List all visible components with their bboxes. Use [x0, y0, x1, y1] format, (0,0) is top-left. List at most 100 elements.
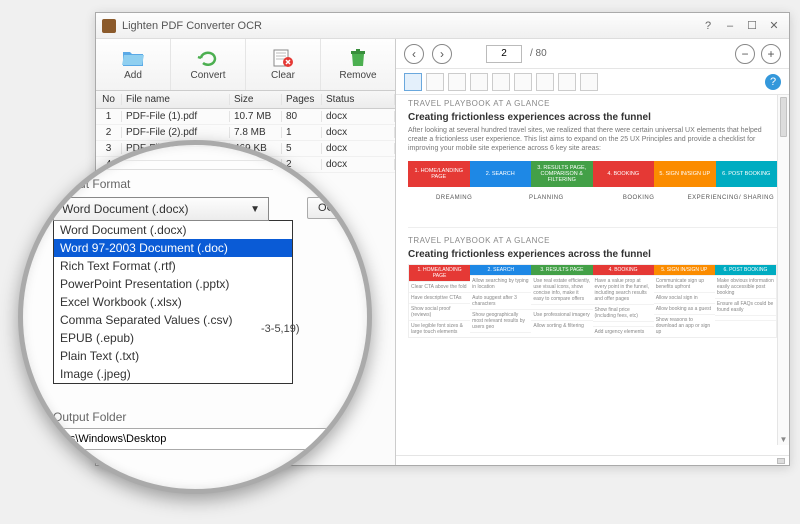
zoom-out-button[interactable]: − [735, 44, 755, 64]
funnel-stage-label: PLANNING [500, 193, 592, 217]
checklist-cell: Have descriptive CTAs [409, 292, 470, 303]
layout-mode-icon[interactable] [536, 73, 554, 91]
checklist-header: 5. SIGN IN/SIGN UP [654, 265, 715, 275]
format-option[interactable]: Comma Separated Values (.csv) [54, 311, 292, 329]
layout-mode-row: ? [396, 69, 789, 95]
magnifier-lens: -File (6).pdf 29 I docx ▸ Output Format … [18, 140, 372, 494]
maximize-button[interactable]: ☐ [743, 19, 761, 33]
checklist-cell: Show geographically most relevant result… [470, 309, 531, 332]
layout-mode-icon[interactable] [580, 73, 598, 91]
folder-open-icon [121, 48, 145, 68]
add-button[interactable]: Add [96, 39, 171, 90]
format-option[interactable]: Word Document (.docx) [54, 221, 292, 239]
checklist-header: 4. BOOKING [593, 265, 654, 275]
funnel-box: 5. SIGN IN/SIGN UP [654, 161, 716, 187]
layout-mode-icon[interactable] [558, 73, 576, 91]
checklist-cell: Ensure all FAQs could be found easily [715, 298, 776, 315]
checklist-header: 6. POST BOOKING [715, 265, 776, 275]
dropdown-selected-label: Word Document (.docx) [62, 202, 189, 216]
checklist-cell [715, 320, 776, 325]
format-option[interactable]: EPUB (.epub) [54, 329, 292, 347]
toolbar: Add Convert Clear Remove [96, 39, 395, 91]
funnel-stage-label: EXPERIENCING/ SHARING [685, 193, 777, 217]
convert-button[interactable]: Convert [171, 39, 246, 90]
clear-button[interactable]: Clear [246, 39, 321, 90]
preview-navbar: ‹ › / 80 − + [396, 39, 789, 69]
help-button[interactable]: ? [699, 19, 717, 33]
checklist-header: 3. RESULTS PAGE [531, 265, 592, 275]
checklist-cell: Show final price (including fees, etc) [593, 304, 654, 321]
checklist-cell: Use professional imagery [531, 309, 592, 320]
scroll-down-icon[interactable]: ▼ [778, 433, 789, 445]
funnel-stage-label: BOOKING [593, 193, 685, 217]
checklist-cell: Make obvious information easily accessib… [715, 275, 776, 298]
format-option[interactable]: Rich Text Format (.rtf) [54, 257, 292, 275]
refresh-icon [196, 48, 220, 68]
minimize-button[interactable]: – [721, 19, 739, 33]
checklist-cell: Allow booking as a guest [654, 303, 715, 314]
checklist-cell: Allow searching by typing in location [470, 275, 531, 292]
table-row[interactable]: 2PDF-File (2).pdf7.8 MB1docx [96, 125, 395, 141]
checklist-cell: Use legible font sizes & large touch ele… [409, 320, 470, 337]
trash-icon [346, 48, 370, 68]
output-folder-input[interactable] [53, 428, 333, 450]
funnel-stage-label: DREAMING [408, 193, 500, 217]
funnel-box: 3. RESULTS PAGE, COMPARISON & FILTERING [531, 161, 593, 187]
ocr-option-button[interactable]: OCR Option [307, 197, 372, 219]
preview-heading-2: Creating frictionless experiences across… [408, 249, 777, 260]
close-button[interactable]: ✕ [765, 19, 783, 33]
table-header: No File name Size Pages Status [96, 91, 395, 109]
preview-eyebrow-2: TRAVEL PLAYBOOK AT A GLANCE [408, 236, 777, 245]
chevron-down-icon: ▼ [250, 204, 260, 215]
checklist-cell: Allow sorting & filtering [531, 320, 592, 331]
scroll-thumb[interactable] [780, 97, 787, 137]
output-folder-legend: Output Folder [53, 410, 372, 424]
titlebar: Lighten PDF Converter OCR ? – ☐ ✕ [96, 13, 789, 39]
layout-mode-icon[interactable] [426, 73, 444, 91]
checklist-cell: Have a value prop at every point in the … [593, 275, 654, 304]
format-option[interactable]: Word 97-2003 Document (.doc) [54, 239, 292, 257]
checklist-cell: Communicate sign up benefits upfront [654, 275, 715, 292]
output-format-dropdown[interactable]: Word Document (.docx) ▼ [53, 197, 269, 221]
checklist-cell: Show social proof (reviews) [409, 303, 470, 320]
help-icon[interactable]: ? [765, 74, 781, 90]
app-icon [102, 19, 116, 33]
page-total: / 80 [530, 48, 547, 59]
format-option[interactable]: PowerPoint Presentation (.pptx) [54, 275, 292, 293]
checklist-cell: Add urgency elements [593, 326, 654, 337]
checklist-cell: Auto suggest after 3 characters [470, 292, 531, 309]
preview-eyebrow: TRAVEL PLAYBOOK AT A GLANCE [408, 99, 777, 108]
format-option[interactable]: Image (.jpeg) [54, 365, 292, 383]
layout-mode-icon[interactable] [514, 73, 532, 91]
remove-button[interactable]: Remove [321, 39, 395, 90]
checklist-cell: Show reasons to download an app or sign … [654, 314, 715, 337]
page-number-input[interactable] [486, 45, 522, 63]
preview-heading: Creating frictionless experiences across… [408, 112, 777, 123]
layout-mode-icon[interactable] [492, 73, 510, 91]
funnel-box: 6. POST BOOKING [716, 161, 778, 187]
checklist-cell: Allow social sign in [654, 292, 715, 303]
preview-scrollbar[interactable]: ▲ ▼ [777, 95, 789, 445]
preview-hscroll[interactable] [396, 455, 789, 465]
page-range-hint: -3-5,19) [261, 323, 300, 335]
checklist-cell: Use real estate efficiently, use visual … [531, 275, 592, 304]
layout-mode-icon[interactable] [470, 73, 488, 91]
format-option[interactable]: Excel Workbook (.xlsx) [54, 293, 292, 311]
funnel-colorboxes: 1. HOME/LANDING PAGE2. SEARCH3. RESULTS … [408, 161, 777, 187]
app-title: Lighten PDF Converter OCR [122, 20, 262, 32]
output-format-legend: Output Format [53, 177, 372, 191]
layout-mode-icon[interactable] [448, 73, 466, 91]
zoom-in-button[interactable]: + [761, 44, 781, 64]
funnel-box: 1. HOME/LANDING PAGE [408, 161, 470, 187]
clear-list-icon [271, 48, 295, 68]
table-hscroll[interactable]: ▸ [18, 147, 372, 161]
format-option[interactable]: Plain Text (.txt) [54, 347, 292, 365]
preview-paragraph: After looking at several hundred travel … [408, 126, 777, 153]
checklist-header: 1. HOME/LANDING PAGE [409, 265, 470, 281]
next-page-button[interactable]: › [432, 44, 452, 64]
funnel-box: 2. SEARCH [470, 161, 532, 187]
layout-mode-icon[interactable] [404, 73, 422, 91]
table-row[interactable]: 1PDF-File (1).pdf10.7 MB80docx [96, 109, 395, 125]
preview-pane: ‹ › / 80 − + ? [396, 39, 789, 465]
prev-page-button[interactable]: ‹ [404, 44, 424, 64]
